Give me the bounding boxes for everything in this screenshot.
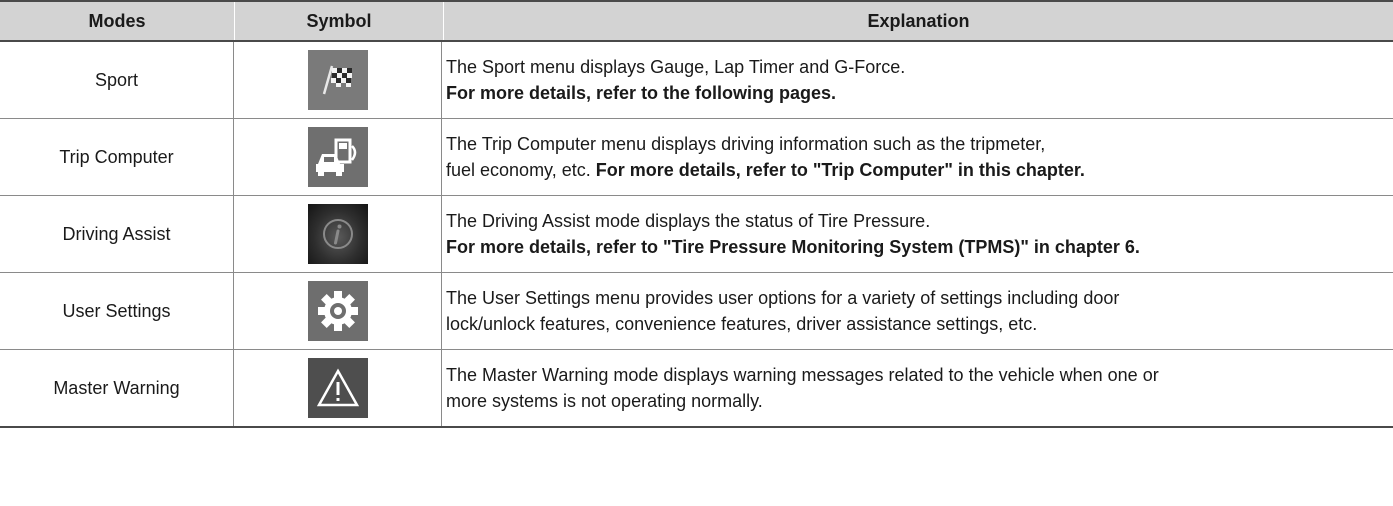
header-explanation: Explanation [867,10,970,31]
explanation-reference: For more details, refer to the following… [446,83,837,103]
explanation-cell: The User Settings menu provides user opt… [442,273,1393,349]
explanation-cell: The Trip Computer menu displays driving … [442,119,1393,195]
mode-name: Driving Assist [0,196,234,272]
explanation-text: The Sport menu displays Gauge, Lap Timer… [446,57,906,77]
symbol-cell [234,350,442,426]
explanation-text: more systems is not operating normally. [446,391,763,411]
symbol-cell [234,119,442,195]
explanation-text: lock/unlock features, convenience featur… [446,314,1038,334]
explanation-text: fuel economy, etc. [446,160,591,180]
checkered-flag-icon [307,50,368,110]
modes-table: Modes Symbol Explanation Sport The Sport… [0,0,1393,428]
info-icon [307,204,368,264]
explanation-cell: The Driving Assist mode displays the sta… [442,196,1393,272]
table-row: Driving Assist The Driving Assist mode d… [0,196,1393,273]
explanation-reference: For more details, refer to "Trip Compute… [595,160,1085,180]
explanation-text: The Driving Assist mode displays the sta… [446,211,931,231]
explanation-line: fuel economy, etc. For more details, ref… [446,157,1393,183]
explanation-text: The Master Warning mode displays warning… [446,365,1159,385]
mode-name: Sport [0,42,234,118]
explanation-text: The Trip Computer menu displays driving … [446,134,1046,154]
mode-name: Master Warning [0,350,234,426]
warning-triangle-icon [307,358,368,418]
symbol-cell [234,42,442,118]
mode-name: User Settings [0,273,234,349]
symbol-cell [234,196,442,272]
table-header: Modes Symbol Explanation [0,0,1393,42]
explanation-text: The User Settings menu provides user opt… [446,288,1120,308]
table-row: Sport The Sport menu displays Gauge, Lap… [0,42,1393,119]
table-row: Master Warning The Master Warning mode d… [0,350,1393,428]
symbol-cell [234,273,442,349]
fuel-pump-car-icon [307,127,368,187]
table-row: Trip Computer The Trip Computer menu dis… [0,119,1393,196]
table-row: User Settings The User Settings menu pro… [0,273,1393,350]
header-symbol: Symbol [235,2,444,40]
header-modes: Modes [0,2,235,40]
explanation-cell: The Sport menu displays Gauge, Lap Timer… [442,42,1393,118]
explanation-reference: For more details, refer to "Tire Pressur… [446,237,1140,257]
mode-name: Trip Computer [0,119,234,195]
explanation-cell: The Master Warning mode displays warning… [442,350,1393,426]
gear-icon [307,281,368,341]
